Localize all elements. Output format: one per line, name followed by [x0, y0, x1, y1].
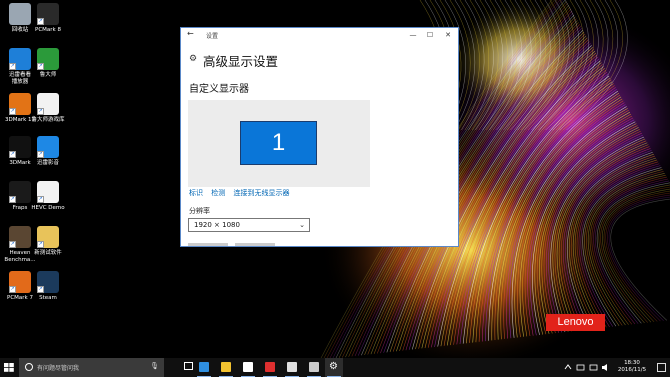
- clock-date: 2016/11/5: [617, 367, 647, 373]
- identify-link[interactable]: 标识: [189, 189, 203, 197]
- microphone-icon[interactable]: 🎙: [150, 362, 159, 370]
- shortcut-arrow-icon: ↗: [37, 196, 44, 203]
- back-button[interactable]: ←: [187, 29, 194, 38]
- taskbar-app-button[interactable]: ⚙: [325, 358, 343, 377]
- desktop-icon-label: PCMark 8: [35, 27, 61, 33]
- mail-icon: [265, 362, 275, 372]
- game-icon: [309, 362, 319, 372]
- start-button[interactable]: [0, 358, 18, 377]
- desktop-icon[interactable]: ↗ 新测试软件: [26, 226, 70, 257]
- resolution-label: 分辨率: [189, 207, 210, 215]
- taskbar-app-button[interactable]: [305, 358, 323, 377]
- cortana-search-box[interactable]: 有问题尽管问我 🎙: [19, 358, 164, 377]
- desktop-icon-label: 鲁大师: [39, 72, 57, 78]
- detect-link[interactable]: 检测: [211, 189, 225, 197]
- resolution-dropdown[interactable]: 1920 × 1080 ⌄: [188, 218, 310, 232]
- tray-icons: [564, 364, 607, 371]
- desktop-icon[interactable]: ↗ HEVC Demo: [26, 181, 70, 212]
- steam-icon: ↗: [37, 271, 59, 293]
- maximize-button[interactable]: ☐: [422, 28, 438, 42]
- display-links: 标识 检测 连接到无线显示器: [189, 188, 295, 198]
- task-view-icon: [184, 362, 193, 370]
- search-placeholder: 有问题尽管问我: [37, 365, 80, 372]
- desktop-icon[interactable]: ↗ PCMark 8: [26, 3, 70, 34]
- desktop-icon-label: Steam: [39, 295, 57, 301]
- shortcut-arrow-icon: ↗: [9, 196, 16, 203]
- taskbar-app-button[interactable]: [195, 358, 213, 377]
- xunlei-video-icon: ↗: [37, 136, 59, 158]
- gear-icon: ⚙: [189, 54, 198, 64]
- pcmark8-icon: ↗: [37, 3, 59, 25]
- settings-icon: ⚙: [329, 361, 338, 372]
- windows-logo-icon: [4, 363, 14, 372]
- cortana-icon: [25, 363, 33, 371]
- shortcut-arrow-icon: ↗: [37, 63, 44, 70]
- close-button[interactable]: ✕: [440, 28, 456, 42]
- hevc-demo-icon: ↗: [37, 181, 59, 203]
- shortcut-arrow-icon: ↗: [37, 151, 44, 158]
- shortcut-arrow-icon: ↗: [9, 241, 16, 248]
- monitor-1-tile[interactable]: 1: [240, 121, 317, 165]
- taskbar-app-button[interactable]: [239, 358, 257, 377]
- shortcut-arrow-icon: ↗: [37, 108, 44, 115]
- title-bar[interactable]: ← 设置 — ☐ ✕: [181, 28, 458, 43]
- resolution-value: 1920 × 1080: [194, 221, 240, 229]
- taskbar-app-button[interactable]: [217, 358, 235, 377]
- display-arrangement-area[interactable]: 1: [188, 100, 370, 187]
- file-explorer-icon: [221, 362, 231, 372]
- edge-icon: [199, 362, 209, 372]
- chevron-down-icon: ⌄: [299, 221, 305, 229]
- taskbar-app-button[interactable]: [283, 358, 301, 377]
- desktop-icon-label: 新测试软件: [34, 250, 62, 256]
- system-tray[interactable]: [560, 358, 612, 377]
- shortcut-arrow-icon: ↗: [9, 63, 16, 70]
- clock[interactable]: 18:30 2016/11/5: [614, 360, 650, 374]
- shortcut-arrow-icon: ↗: [9, 151, 16, 158]
- window-title: 设置: [206, 33, 219, 40]
- ludashi-games-icon: ↗: [37, 93, 59, 115]
- desktop-icon-label: HEVC Demo: [31, 205, 65, 211]
- clock-time: 18:30: [624, 360, 640, 366]
- folder-icon: ↗: [37, 226, 59, 248]
- desktop-icon[interactable]: ↗ Steam: [26, 271, 70, 302]
- connect-wireless-display-link[interactable]: 连接到无线显示器: [233, 189, 289, 197]
- ludashi-icon: ↗: [37, 48, 59, 70]
- cancel-button[interactable]: [235, 243, 275, 246]
- shortcut-arrow-icon: ↗: [37, 286, 44, 293]
- minimize-button[interactable]: —: [405, 28, 421, 42]
- document-icon: [287, 362, 297, 372]
- lenovo-logo: Lenovo: [546, 314, 605, 331]
- store-icon: [243, 362, 253, 372]
- desktop-icon[interactable]: ↗ 鲁大师: [26, 48, 70, 79]
- shortcut-arrow-icon: ↗: [37, 18, 44, 25]
- action-center-icon[interactable]: [657, 363, 666, 372]
- desktop-icon[interactable]: ↗ 鲁大师游戏库: [26, 93, 70, 124]
- page-title: 高级显示设置: [203, 54, 279, 69]
- section-title: 自定义显示器: [189, 84, 249, 95]
- taskbar-app-button[interactable]: [261, 358, 279, 377]
- settings-window[interactable]: ← 设置 — ☐ ✕ ⚙ 高级显示设置 自定义显示器 1 标识 检测 连接到无线…: [180, 27, 459, 247]
- shortcut-arrow-icon: ↗: [9, 108, 16, 115]
- shortcut-arrow-icon: ↗: [37, 241, 44, 248]
- desktop-icon-label: 迅雷影音: [36, 160, 59, 166]
- apply-button[interactable]: [188, 243, 228, 246]
- desktop-icon-label: 鲁大师游戏库: [31, 117, 65, 123]
- shortcut-arrow-icon: ↗: [9, 286, 16, 293]
- desktop-icon[interactable]: ↗ 迅雷影音: [26, 136, 70, 167]
- taskbar: 有问题尽管问我 🎙 ⚙ 18:30 2016/11/5: [0, 358, 670, 377]
